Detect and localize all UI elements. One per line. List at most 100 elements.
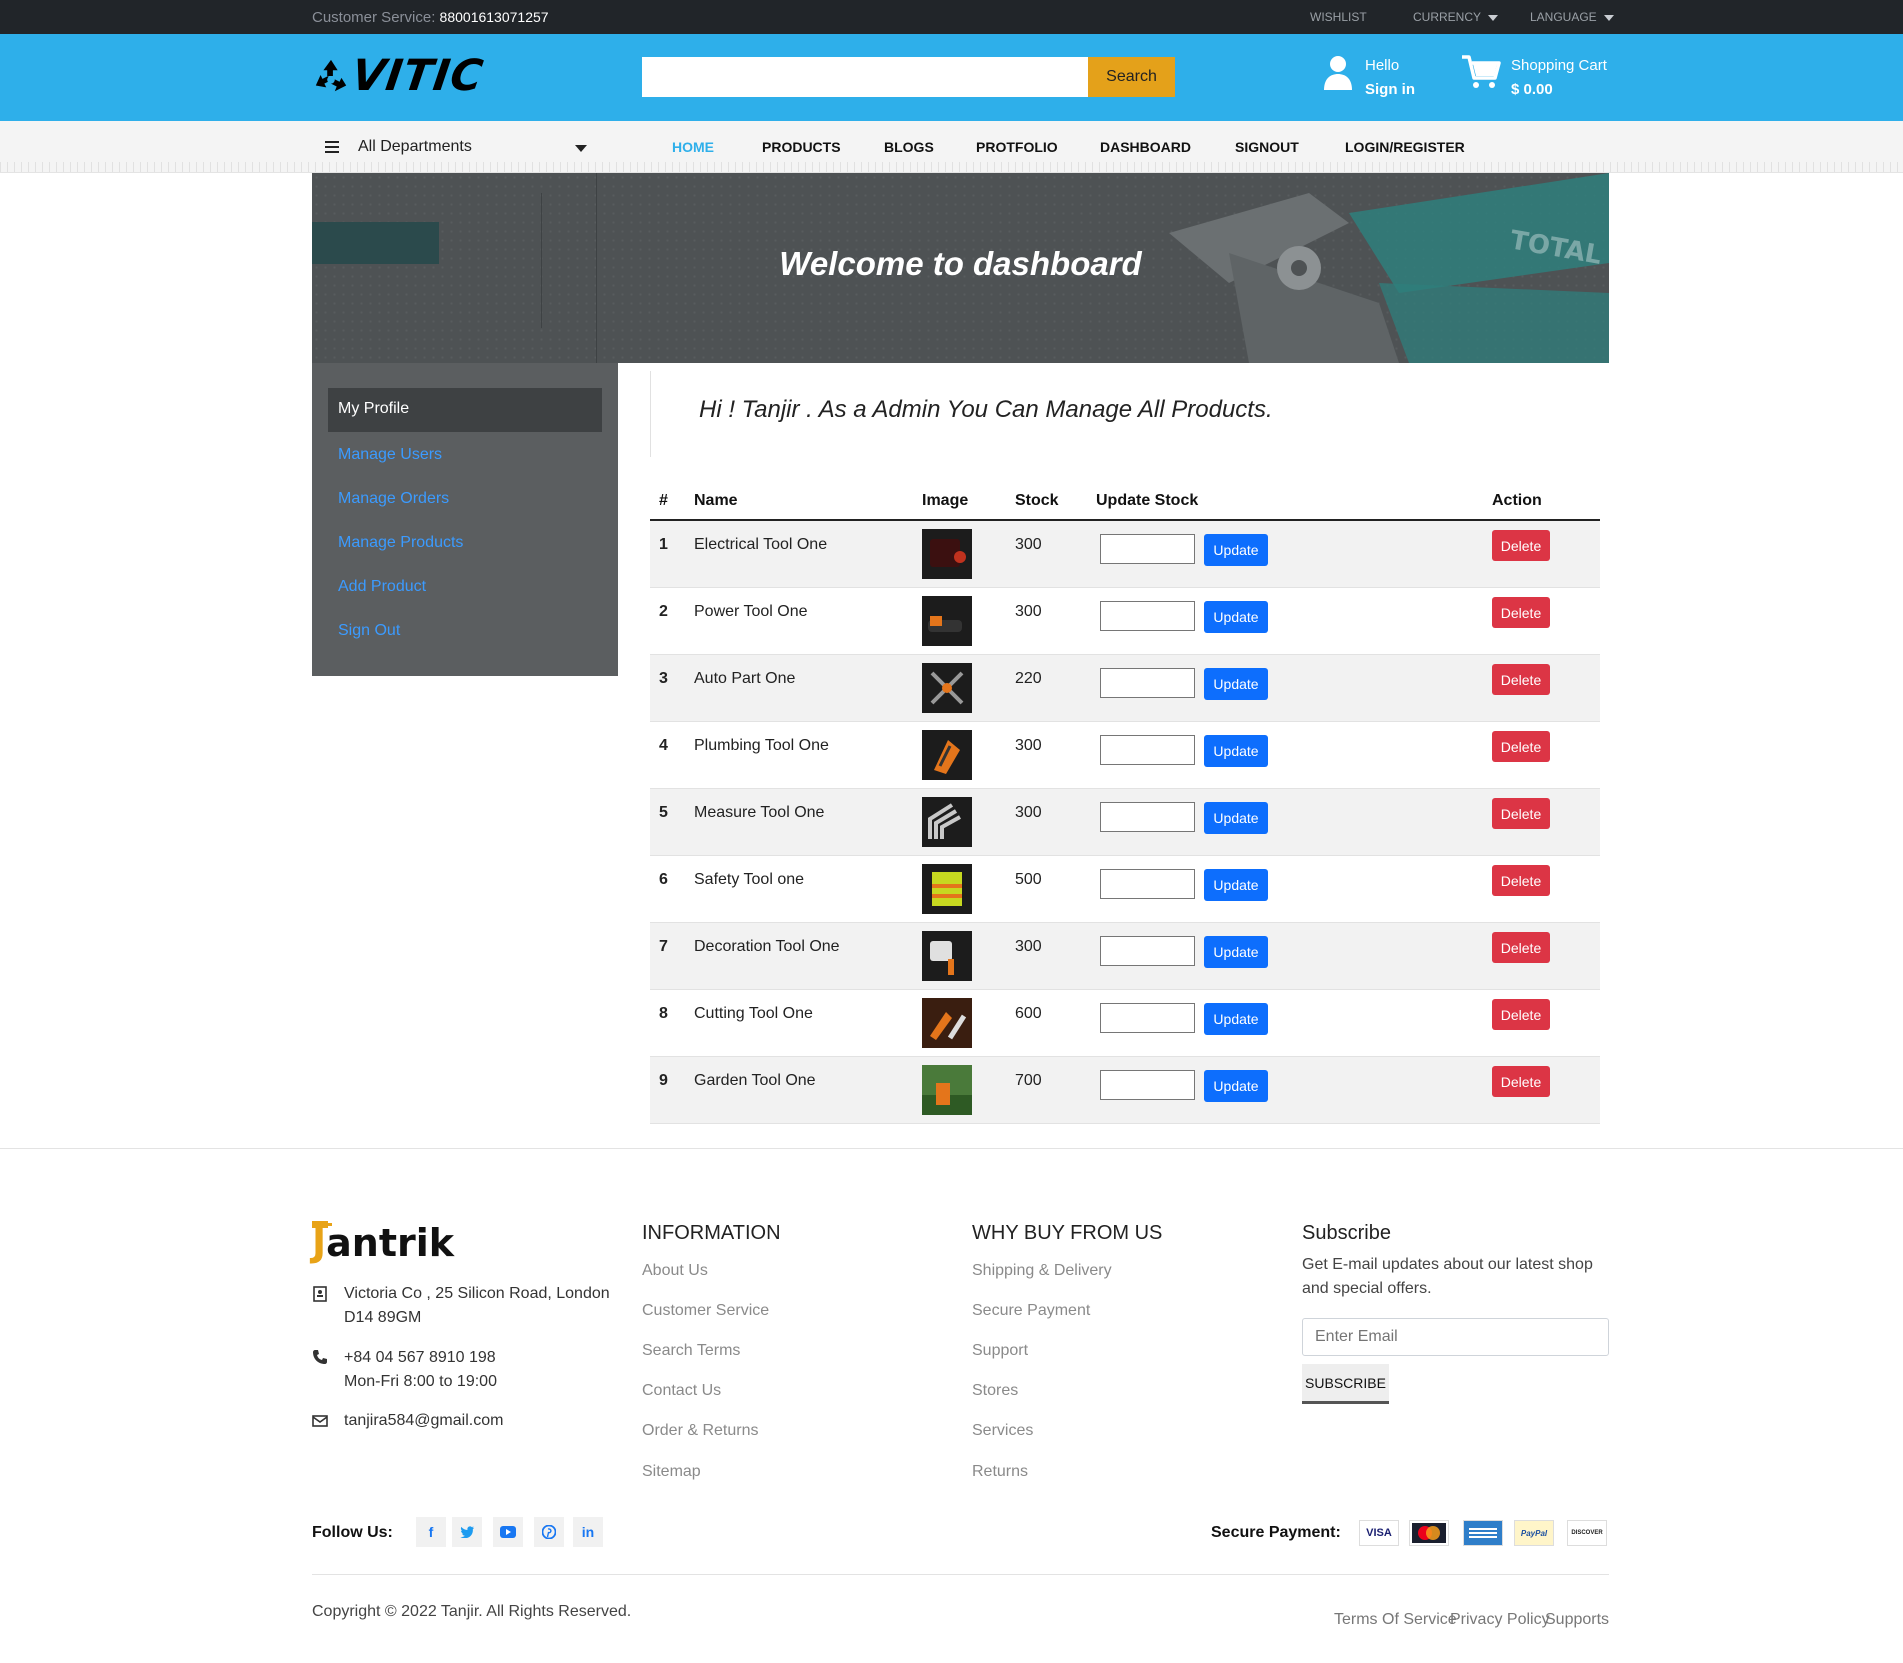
information-heading: INFORMATION: [642, 1222, 781, 1244]
facebook-icon[interactable]: f: [416, 1517, 446, 1547]
sidebar-item-manage-users[interactable]: Manage Users: [338, 446, 442, 464]
sidebar-item-my-profile[interactable]: My Profile: [328, 388, 602, 432]
nav-products[interactable]: PRODUCTS: [762, 139, 841, 155]
sidebar-item-sign-out[interactable]: Sign Out: [338, 622, 400, 640]
search-input[interactable]: [642, 57, 1088, 97]
footer-link-contact-us[interactable]: Contact Us: [642, 1382, 721, 1400]
shopping-cart[interactable]: Shopping Cart $ 0.00: [1461, 54, 1607, 102]
twitter-icon[interactable]: [452, 1517, 482, 1547]
delete-button[interactable]: Delete: [1492, 798, 1550, 829]
nav-signout[interactable]: SIGNOUT: [1235, 139, 1299, 155]
sidebar-item-manage-orders[interactable]: Manage Orders: [338, 490, 449, 508]
address-line-1: Victoria Co , 25 Silicon Road, London: [344, 1285, 610, 1302]
footer-link-services[interactable]: Services: [972, 1422, 1033, 1440]
chevron-down-icon: [1488, 14, 1499, 21]
footer-link-returns[interactable]: Returns: [972, 1463, 1028, 1481]
secure-payment-label: Secure Payment:: [1211, 1524, 1341, 1541]
chevron-down-icon: [1603, 14, 1614, 21]
subscribe-button[interactable]: SUBSCRIBE: [1302, 1364, 1389, 1404]
update-button[interactable]: Update: [1204, 668, 1268, 700]
product-image: [922, 663, 972, 713]
update-stock-input[interactable]: [1100, 936, 1195, 966]
copyright: Copyright © 2022 Tanjir. All Rights Rese…: [312, 1603, 632, 1620]
footer-link-customer-service[interactable]: Customer Service: [642, 1302, 769, 1320]
footer-link-secure-payment[interactable]: Secure Payment: [972, 1302, 1090, 1320]
footer-link-sitemap[interactable]: Sitemap: [642, 1463, 701, 1481]
product-image: [922, 529, 972, 579]
delete-button[interactable]: Delete: [1492, 1066, 1550, 1097]
footer-link-stores[interactable]: Stores: [972, 1382, 1018, 1400]
supports-link[interactable]: Supports: [1545, 1611, 1609, 1629]
terms-of-service-link[interactable]: Terms Of Service: [1334, 1611, 1457, 1629]
footer-logo[interactable]: Jantrik: [312, 1221, 454, 1265]
nav-blogs[interactable]: BLOGS: [884, 139, 934, 155]
search-button[interactable]: Search: [1088, 57, 1175, 97]
table-row: 7 Decoration Tool One 300 Update Delete: [650, 923, 1600, 990]
account-link[interactable]: Hello Sign in: [1323, 54, 1415, 102]
language-dropdown[interactable]: LANGUAGE: [1530, 10, 1614, 24]
subscribe-email-input[interactable]: [1302, 1318, 1609, 1356]
delete-button[interactable]: Delete: [1492, 932, 1550, 963]
footer-link-support[interactable]: Support: [972, 1342, 1028, 1360]
update-stock-input[interactable]: [1100, 601, 1195, 631]
update-button[interactable]: Update: [1204, 936, 1268, 968]
wishlist-link[interactable]: WISHLIST: [1310, 10, 1367, 24]
privacy-policy-link[interactable]: Privacy Policy: [1450, 1611, 1550, 1629]
update-button[interactable]: Update: [1204, 735, 1268, 767]
delete-button[interactable]: Delete: [1492, 530, 1550, 561]
top-bar: Customer Service: 88001613071257 WISHLIS…: [0, 0, 1903, 34]
delete-button[interactable]: Delete: [1492, 731, 1550, 762]
footer-link-search-terms[interactable]: Search Terms: [642, 1342, 740, 1360]
product-name: Decoration Tool One: [694, 938, 840, 955]
logo-text: VITIC: [348, 51, 487, 101]
update-stock-input[interactable]: [1100, 1070, 1195, 1100]
delete-button[interactable]: Delete: [1492, 597, 1550, 628]
pinterest-icon[interactable]: [534, 1517, 564, 1547]
footer-link-about-us[interactable]: About Us: [642, 1262, 708, 1280]
footer-email[interactable]: tanjira584@gmail.com: [344, 1409, 503, 1433]
product-stock: 700: [1015, 1072, 1042, 1089]
customer-service-label: Customer Service:: [312, 9, 436, 26]
sign-in-link[interactable]: Sign in: [1365, 78, 1415, 102]
nav-home[interactable]: HOME: [672, 139, 714, 155]
col-header-update-stock: Update Stock: [1096, 492, 1199, 509]
update-stock-input[interactable]: [1100, 802, 1195, 832]
delete-button[interactable]: Delete: [1492, 999, 1550, 1030]
row-number: 3: [659, 670, 668, 687]
departments-dropdown[interactable]: All Departments: [325, 138, 587, 156]
delete-button[interactable]: Delete: [1492, 664, 1550, 695]
youtube-icon[interactable]: [493, 1517, 523, 1547]
nav-portfolio[interactable]: PROTFOLIO: [976, 139, 1058, 155]
delete-button[interactable]: Delete: [1492, 865, 1550, 896]
nav-login-register[interactable]: LOGIN/REGISTER: [1345, 139, 1465, 155]
sidebar-item-add-product[interactable]: Add Product: [338, 578, 426, 596]
update-stock-input[interactable]: [1100, 534, 1195, 564]
linkedin-icon[interactable]: in: [573, 1517, 603, 1547]
cart-icon: [1462, 55, 1501, 88]
product-name: Power Tool One: [694, 603, 808, 620]
footer-link-shipping[interactable]: Shipping & Delivery: [972, 1262, 1112, 1280]
footer-logo-rest: antrik: [326, 1221, 455, 1265]
product-image: [922, 596, 972, 646]
subscribe-description: Get E-mail updates about our latest shop…: [1302, 1256, 1593, 1297]
nav-dashboard[interactable]: DASHBOARD: [1100, 139, 1191, 155]
update-stock-input[interactable]: [1100, 1003, 1195, 1033]
update-button[interactable]: Update: [1204, 601, 1268, 633]
sidebar-item-manage-products[interactable]: Manage Products: [338, 534, 463, 552]
cart-label: Shopping Cart: [1511, 57, 1607, 74]
content-divider: [650, 371, 651, 457]
update-button[interactable]: Update: [1204, 869, 1268, 901]
site-logo[interactable]: VITIC: [312, 51, 487, 101]
update-stock-input[interactable]: [1100, 869, 1195, 899]
footer-link-order-returns[interactable]: Order & Returns: [642, 1422, 758, 1440]
update-button[interactable]: Update: [1204, 534, 1268, 566]
update-stock-input[interactable]: [1100, 735, 1195, 765]
footer-address: Victoria Co , 25 Silicon Road, London D1…: [344, 1282, 610, 1330]
table-row: 4 Plumbing Tool One 300 Update Delete: [650, 722, 1600, 789]
col-header-stock: Stock: [1015, 492, 1059, 509]
currency-dropdown[interactable]: CURRENCY: [1413, 10, 1499, 24]
update-button[interactable]: Update: [1204, 1070, 1268, 1102]
update-button[interactable]: Update: [1204, 1003, 1268, 1035]
update-stock-input[interactable]: [1100, 668, 1195, 698]
update-button[interactable]: Update: [1204, 802, 1268, 834]
